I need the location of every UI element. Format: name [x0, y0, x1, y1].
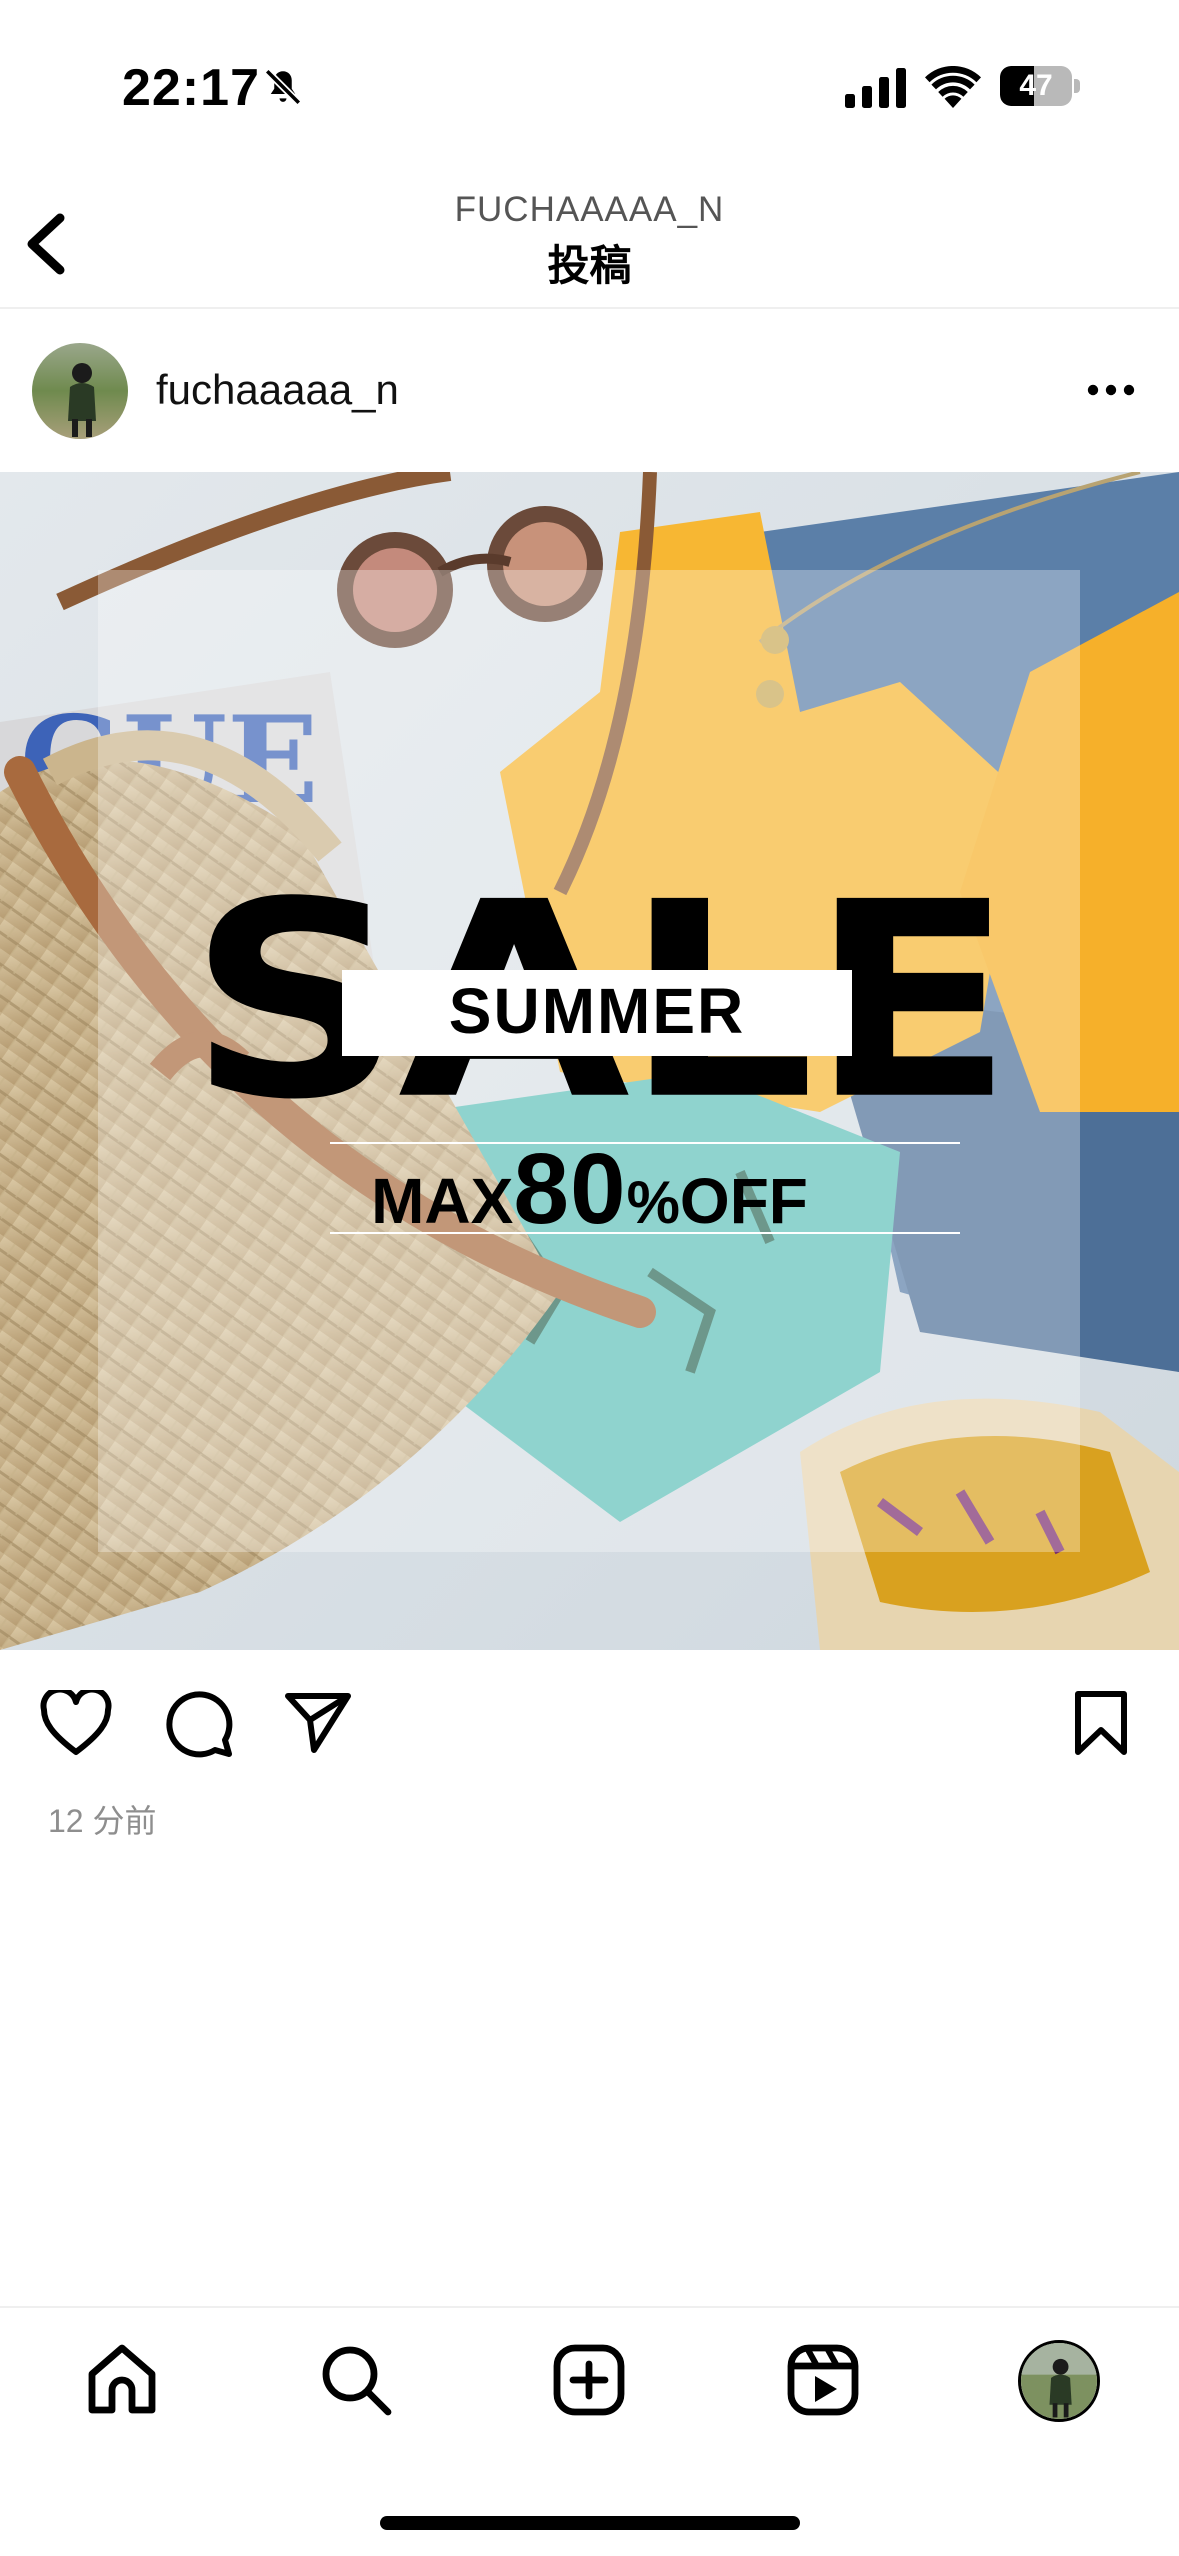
reels-icon[interactable]: [783, 2340, 863, 2420]
header-account-name: FUCHAAAAA_N: [454, 190, 725, 229]
offer-percent: %: [626, 1169, 680, 1236]
signal-icon: [845, 68, 906, 108]
post-username[interactable]: fuchaaaaa_n: [156, 366, 399, 414]
home-indicator: [380, 2516, 800, 2530]
status-time: 22:17: [122, 59, 260, 117]
comment-icon[interactable]: [163, 1690, 233, 1758]
header-divider: [0, 307, 1179, 309]
tab-bar-divider: [0, 2306, 1179, 2308]
home-icon[interactable]: [82, 2340, 162, 2420]
battery-level: 47: [1019, 69, 1053, 102]
post-timestamp: 12 分前: [48, 1803, 157, 1839]
post-image[interactable]: GUE SALE SUMMER MAX80%: [0, 472, 1179, 1650]
profile-avatar[interactable]: [1018, 2340, 1100, 2422]
bell-slash-icon: [264, 68, 302, 106]
search-icon[interactable]: [316, 2340, 396, 2420]
avatar[interactable]: [32, 343, 128, 439]
bookmark-icon[interactable]: [1072, 1690, 1130, 1756]
offer-discount: 80: [513, 1133, 627, 1245]
offer-max: MAX: [371, 1165, 514, 1237]
offer-rule-bottom: [330, 1232, 960, 1234]
heart-icon[interactable]: [40, 1690, 112, 1756]
create-icon[interactable]: [549, 2340, 629, 2420]
send-icon[interactable]: [284, 1692, 352, 1754]
discount-offer: MAX80%OFF: [0, 1132, 1179, 1247]
wifi-icon: [925, 66, 981, 108]
summer-label: SUMMER: [448, 975, 746, 1047]
offer-off: OFF: [679, 1165, 808, 1237]
page-title: 投稿: [547, 242, 632, 289]
ellipsis-icon[interactable]: [1085, 370, 1137, 410]
battery-icon: 47: [1000, 66, 1082, 108]
